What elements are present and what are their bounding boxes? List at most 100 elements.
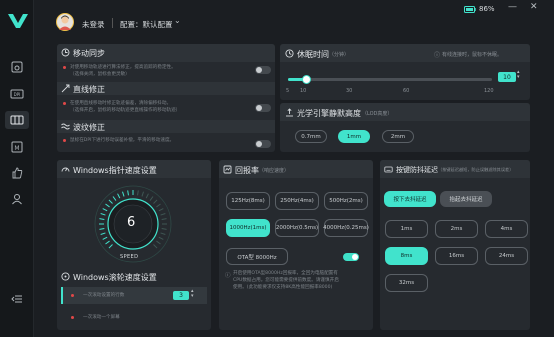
- debounce-option-32ms[interactable]: 32ms: [385, 274, 428, 292]
- ripple-title: 波纹修正: [73, 123, 105, 132]
- performance-icon[interactable]: [8, 58, 26, 76]
- gauge-tick: [100, 232, 106, 235]
- lod-option-0.7mm[interactable]: 0.7mm: [295, 130, 327, 143]
- debounce-option-16ms[interactable]: 16ms: [435, 247, 478, 265]
- sleep-unit: （分钟）: [329, 52, 350, 58]
- minimize-icon[interactable]: —: [508, 2, 517, 12]
- gauge-tick: [112, 196, 117, 201]
- clock-icon: [285, 49, 294, 60]
- rate-option-125hz[interactable]: 125Hz(8ms): [226, 192, 270, 210]
- ota-8000hz-button[interactable]: OTA型 8000Hz: [226, 248, 288, 265]
- collapse-menu-icon[interactable]: [8, 290, 26, 308]
- gauge-tick: [160, 232, 166, 235]
- lod-height-icon: [285, 108, 294, 119]
- straight-line-title: 直线修正: [73, 85, 105, 94]
- gauge-tick: [102, 236, 108, 240]
- gauge-tick: [161, 218, 167, 220]
- sidebar: DPI M: [0, 0, 34, 337]
- sleep-value[interactable]: 10: [498, 72, 516, 82]
- rate-option-250hz[interactable]: 250Hz(4ms): [275, 192, 319, 210]
- status-dot: [63, 102, 66, 105]
- rate-option-4000hz[interactable]: 4000Hz(0.25ms): [323, 219, 369, 237]
- ripple-toggle[interactable]: [255, 140, 271, 148]
- thumbs-up-icon[interactable]: [8, 164, 26, 182]
- rate-option-1000hz[interactable]: 1000Hz(1ms): [226, 219, 270, 237]
- login-status[interactable]: 未登录: [82, 19, 105, 30]
- debounce-card: 按键防抖延迟 （按键延迟越短，防止误触滤除其误差） 按下去抖延迟 抬起去抖延迟 …: [380, 160, 530, 330]
- sleep-hint: 有线连接时，鼠标不休眠。: [442, 52, 503, 58]
- rate-option-2000hz[interactable]: 2000Hz(0.5ms): [275, 219, 319, 237]
- status-dot: [71, 316, 74, 319]
- battery-icon: [464, 6, 476, 15]
- pointer-speed-title: Windows指针速度设置: [73, 166, 157, 175]
- debounce-option-4ms[interactable]: 4ms: [485, 220, 528, 238]
- scroll-stepper-icon[interactable]: ▴ ▾: [191, 289, 194, 299]
- divider: [112, 18, 113, 28]
- gauge-tick: [122, 191, 125, 197]
- user-settings-icon[interactable]: [8, 190, 26, 208]
- sensor-settings-icon[interactable]: [5, 111, 29, 129]
- debounce-option-24ms[interactable]: 24ms: [485, 247, 528, 265]
- gauge-tick: [149, 196, 154, 201]
- gauge-tick: [108, 199, 113, 204]
- scroll-wheel-icon: [61, 272, 70, 283]
- sleep-tick: 10: [300, 88, 307, 94]
- ota-8000hz-toggle[interactable]: [343, 253, 359, 261]
- gauge-tick: [137, 190, 139, 196]
- straight-line-icon: [61, 84, 70, 95]
- debounce-title: 按键防抖延迟: [396, 166, 438, 174]
- scroll-lines-label: 一次滚动设置的行数: [83, 293, 125, 298]
- report-rate-title: 回报率: [235, 166, 259, 175]
- gauge-tick: [153, 244, 158, 249]
- press-debounce-tab[interactable]: 按下去抖延迟: [384, 191, 436, 207]
- rate-option-500hz[interactable]: 500Hz(2ms): [324, 192, 368, 210]
- scroll-speed-title: Windows滚轮速度设置: [73, 273, 157, 282]
- status-dot: [71, 294, 74, 297]
- scroll-screen-label[interactable]: 一次滚动一个屏幕: [83, 314, 120, 321]
- sleep-tick: 60: [403, 88, 410, 94]
- speedometer-icon: [61, 165, 70, 176]
- gauge-tick: [161, 228, 167, 230]
- report-rate-icon: [223, 165, 232, 176]
- close-icon[interactable]: ✕: [530, 2, 538, 12]
- config-selector[interactable]: 配置：默认配置: [120, 19, 173, 30]
- sleep-tick: 30: [346, 88, 353, 94]
- brand-logo: [8, 14, 28, 28]
- lod-card: 光学引擎静默高度 （LOD高度） 0.7mm 1mm 2mm: [280, 103, 530, 152]
- dpi-icon[interactable]: DPI: [8, 85, 26, 103]
- avatar[interactable]: [56, 13, 74, 31]
- gauge-tick: [141, 191, 144, 197]
- pointer-speed-card: Windows指针速度设置 6 SPEED Windows滚轮速度设置 一次滚动…: [57, 160, 211, 330]
- chevron-down-icon[interactable]: ⌄: [174, 16, 181, 25]
- sleep-slider-track[interactable]: [288, 78, 492, 81]
- status-dot: [63, 139, 66, 142]
- info-icon: ⓘ: [434, 52, 441, 59]
- sleep-card: 休眠时间 （分钟） ⓘ 有线连接时，鼠标不休眠。 10 ▴ ▾ 5 10 30 6…: [280, 44, 530, 100]
- ripple-desc: 鼠标在DPI下进行移动误差补偿，平滑的移动速度。: [70, 138, 175, 143]
- debounce-option-2ms[interactable]: 2ms: [435, 220, 478, 238]
- scroll-lines-value[interactable]: 3: [173, 291, 189, 300]
- report-rate-sub: （响应速度）: [259, 168, 290, 174]
- gauge-tick: [127, 190, 129, 196]
- svg-text:M: M: [14, 145, 19, 152]
- macro-icon[interactable]: M: [8, 138, 26, 156]
- gauge-tick: [145, 193, 149, 199]
- keyboard-icon: [384, 165, 393, 176]
- ota-note-line2: CPU数据占用。您可能需要提供前数度。请谨慎开启: [233, 278, 339, 283]
- svg-text:DPI: DPI: [14, 92, 21, 97]
- debounce-option-8ms[interactable]: 8ms: [385, 247, 428, 265]
- debounce-sub: （按键延迟越短，防止误触滤除其误差）: [438, 167, 514, 172]
- motion-sync-icon: [61, 48, 70, 59]
- motion-sync-toggle[interactable]: [255, 66, 271, 74]
- debounce-option-1ms[interactable]: 1ms: [385, 220, 428, 238]
- sleep-stepper-icon[interactable]: ▴ ▾: [517, 70, 520, 80]
- sleep-slider-handle[interactable]: [302, 75, 311, 84]
- info-icon: ⓘ: [225, 273, 231, 279]
- lod-sub: （LOD高度）: [362, 111, 393, 117]
- straight-line-toggle[interactable]: [255, 104, 271, 112]
- lod-option-2mm[interactable]: 2mm: [382, 130, 414, 143]
- gauge-tick: [158, 236, 164, 240]
- gauge-tick: [156, 203, 161, 208]
- lod-option-1mm[interactable]: 1mm: [338, 130, 370, 143]
- release-debounce-tab[interactable]: 抬起去抖延迟: [440, 191, 492, 207]
